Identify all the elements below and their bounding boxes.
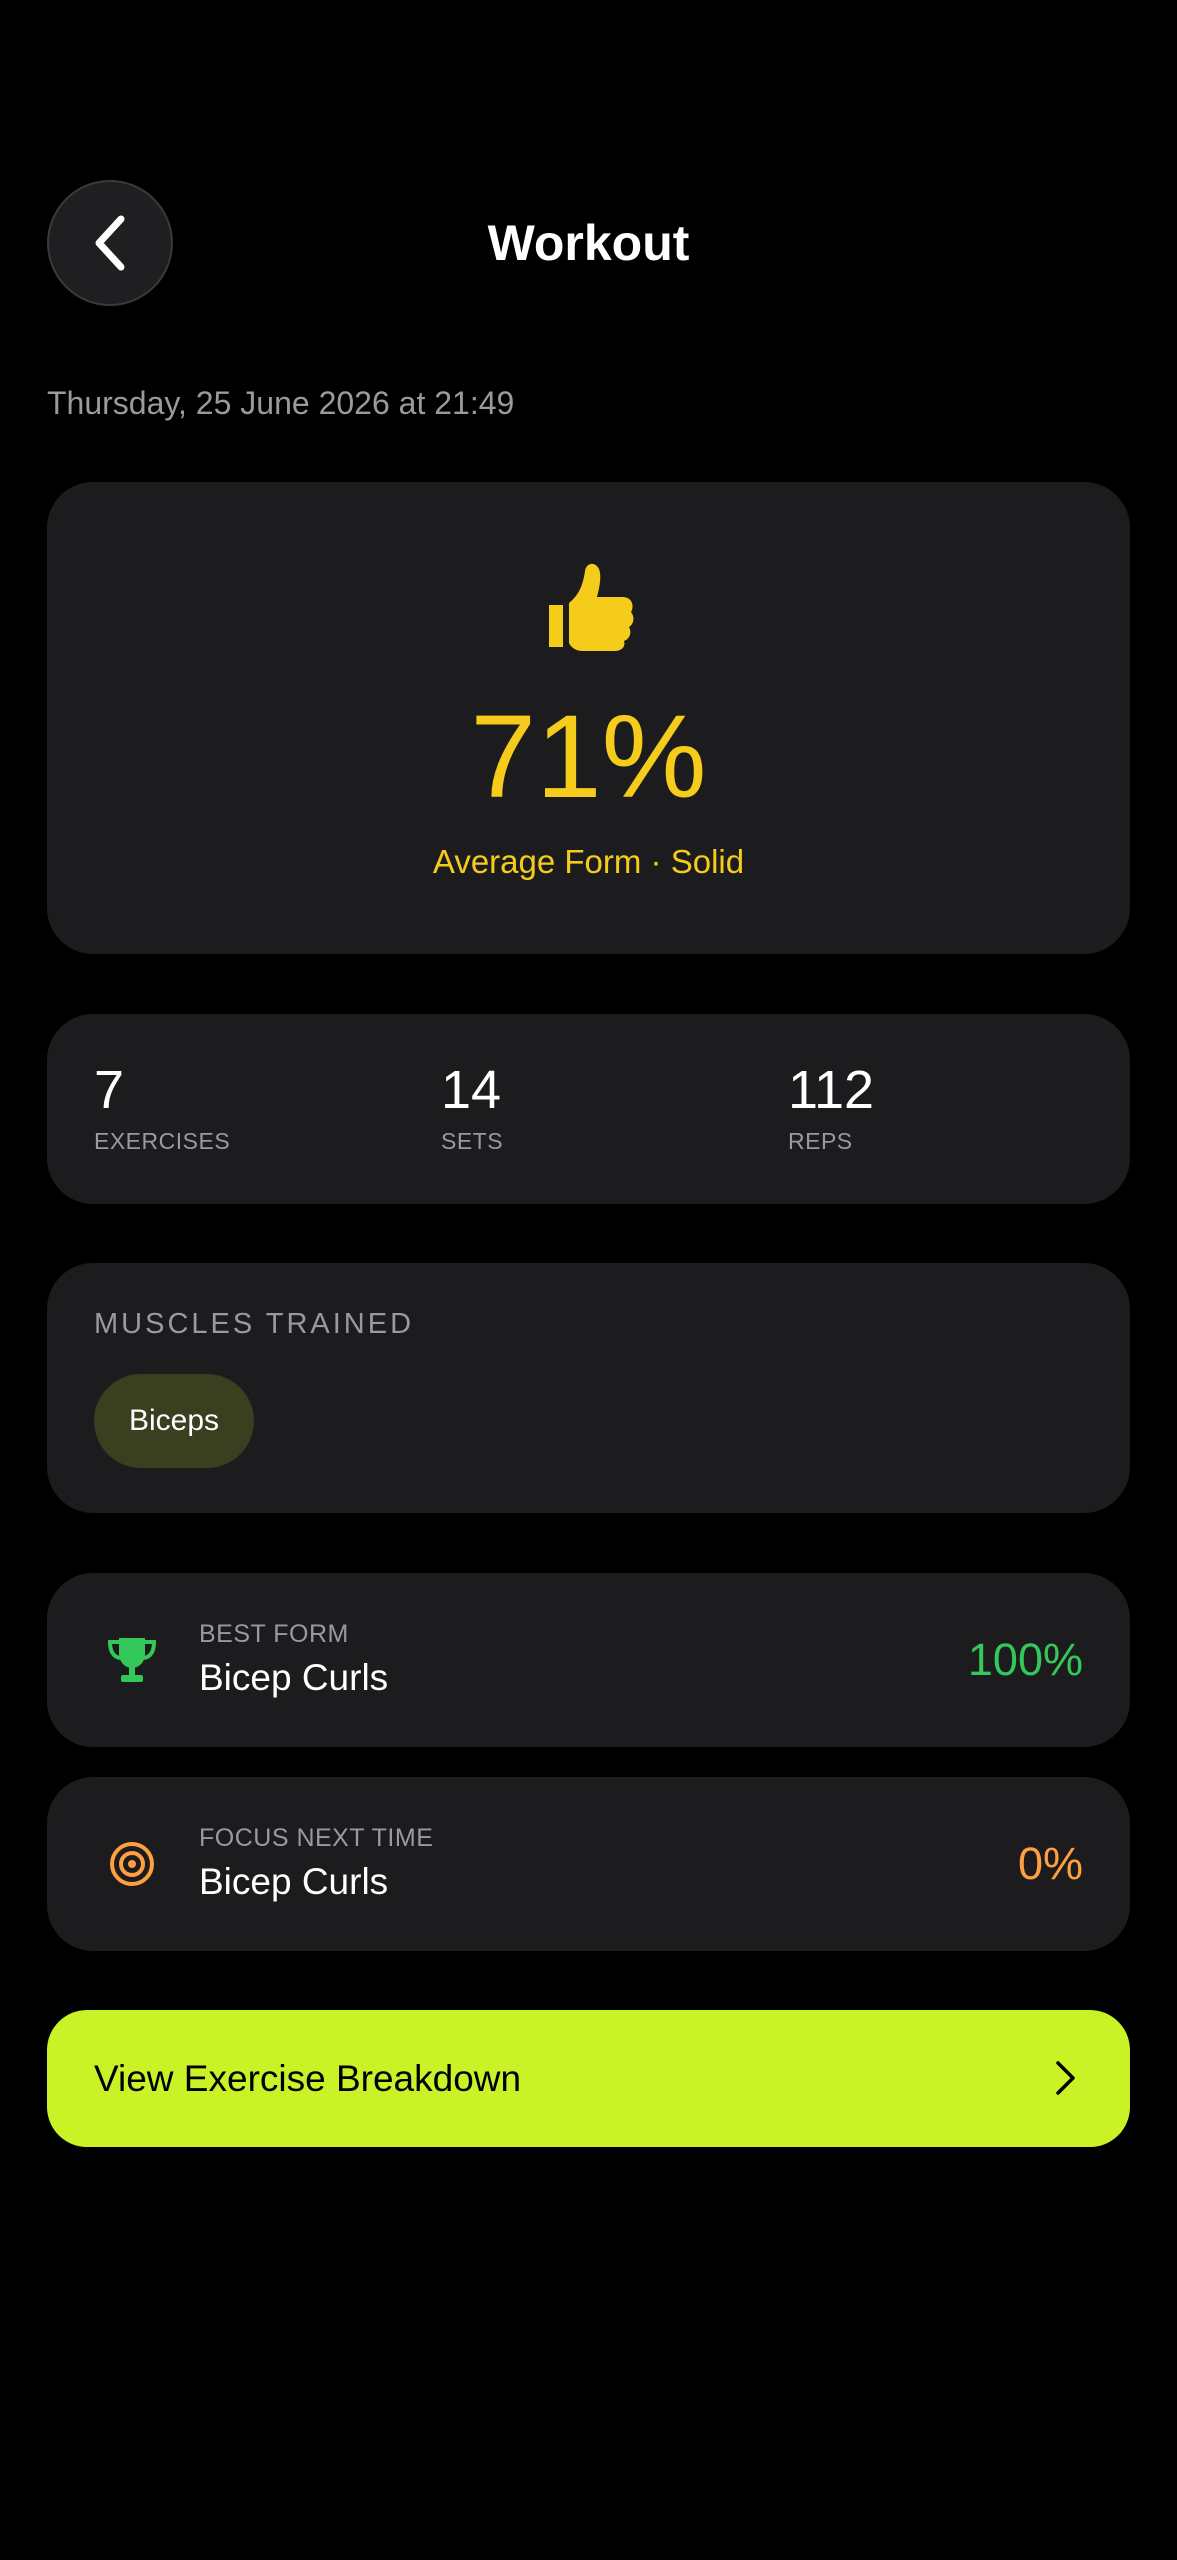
stat-reps: 112 REPS [788, 1059, 874, 1155]
focus-next-time-card[interactable]: FOCUS NEXT TIME Bicep Curls 0% [47, 1777, 1130, 1951]
form-score-card: 71% Average Form · Solid [47, 482, 1130, 954]
stat-sets: 14 SETS [441, 1059, 503, 1155]
chevron-right-icon [1056, 2061, 1075, 2095]
muscles-trained-title: MUSCLES TRAINED [94, 1308, 415, 1340]
trophy-icon [107, 1638, 157, 1682]
target-icon [110, 1842, 154, 1886]
average-form-label: Average Form · Solid [432, 843, 745, 880]
muscles-trained-card: MUSCLES TRAINED Biceps [47, 1263, 1130, 1513]
stat-exercises-label: EXERCISES [94, 1128, 231, 1154]
best-form-percent: 100% [967, 1634, 1083, 1685]
stat-exercises-value: 7 [94, 1060, 125, 1120]
view-exercise-breakdown-button[interactable]: View Exercise Breakdown [47, 2010, 1130, 2147]
stat-sets-label: SETS [441, 1128, 504, 1154]
header: Workout [0, 180, 1177, 310]
best-form-card[interactable]: BEST FORM Bicep Curls 100% [47, 1573, 1130, 1747]
stats-card: 7 EXERCISES 14 SETS 112 REPS [47, 1014, 1130, 1204]
focus-next-time-exercise: Bicep Curls [199, 1861, 389, 1902]
muscle-chip-biceps[interactable]: Biceps [94, 1374, 255, 1468]
stat-sets-value: 14 [441, 1060, 502, 1120]
stat-reps-label: REPS [788, 1128, 853, 1154]
focus-next-time-kicker: FOCUS NEXT TIME [199, 1824, 434, 1852]
best-form-exercise: Bicep Curls [199, 1657, 389, 1698]
best-form-kicker: BEST FORM [199, 1620, 349, 1648]
focus-next-time-percent: 0% [1017, 1838, 1083, 1889]
stat-reps-value: 112 [788, 1060, 875, 1120]
view-exercise-breakdown-label: View Exercise Breakdown [94, 2058, 522, 2099]
average-form-score: 71% [470, 691, 707, 823]
page-title: Workout [487, 215, 690, 271]
stat-exercises: 7 EXERCISES [94, 1059, 230, 1155]
workout-date: Thursday, 25 June 2026 at 21:49 [47, 385, 515, 421]
thumbs-up-icon [548, 563, 633, 651]
